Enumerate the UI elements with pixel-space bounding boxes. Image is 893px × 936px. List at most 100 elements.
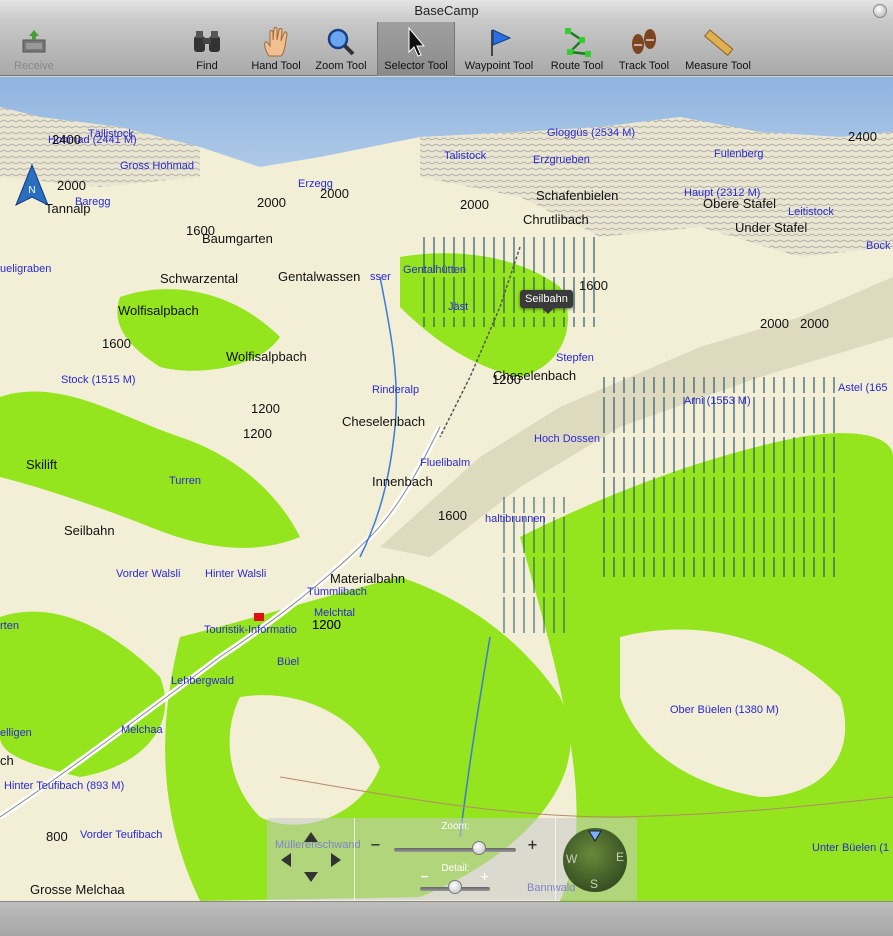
waypoint-tool-button[interactable]: Waypoint Tool bbox=[459, 22, 539, 76]
place-label[interactable]: Büel bbox=[277, 656, 299, 668]
elevation-label[interactable]: 1600 bbox=[102, 336, 131, 351]
compass-control[interactable]: W E S bbox=[563, 828, 627, 892]
elevation-label[interactable]: 2000 bbox=[760, 316, 789, 331]
magnifier-icon bbox=[327, 28, 355, 56]
tourist-info-marker[interactable] bbox=[254, 613, 264, 621]
feature-label[interactable]: Schafenbielen bbox=[536, 188, 618, 203]
place-label[interactable]: Erzgrueben bbox=[533, 154, 590, 166]
feature-label[interactable]: Wolfisalpbach bbox=[118, 303, 199, 318]
place-label[interactable]: Gross Hohmad bbox=[120, 160, 194, 172]
place-label[interactable]: Jäst bbox=[448, 301, 468, 313]
feature-label[interactable]: Cheselenbach bbox=[342, 414, 425, 429]
place-label[interactable]: Vorder Teufibach bbox=[80, 829, 162, 841]
elevation-label[interactable]: 1200 bbox=[492, 372, 521, 387]
feature-label[interactable]: Innenbach bbox=[372, 474, 433, 489]
selector-tool-button[interactable]: Selector Tool bbox=[377, 22, 455, 76]
route-tool-button[interactable]: Route Tool bbox=[545, 22, 609, 76]
feature-label[interactable]: Grosse Melchaa bbox=[30, 882, 125, 897]
feature-label[interactable]: Under Stafel bbox=[735, 220, 807, 235]
place-label[interactable]: Lehbergwald bbox=[171, 675, 234, 687]
place-label[interactable]: haltibrunnen bbox=[485, 513, 546, 525]
zoom-slider-track[interactable] bbox=[394, 848, 516, 852]
place-label[interactable]: Melchaa bbox=[121, 724, 163, 736]
waypoint-tool-label: Waypoint Tool bbox=[464, 60, 534, 72]
elevation-label[interactable]: 1200 bbox=[251, 401, 280, 416]
zoom-tool-label: Zoom Tool bbox=[315, 60, 367, 72]
pan-down-arrow-icon[interactable] bbox=[304, 872, 318, 882]
place-label[interactable]: Bock bbox=[866, 240, 891, 252]
zoom-out-icon[interactable]: − bbox=[370, 838, 381, 853]
feature-label[interactable]: Obere Stafel bbox=[703, 196, 776, 211]
place-label[interactable]: Hoch Dossen bbox=[534, 433, 600, 445]
place-label[interactable]: Hinter Walsli bbox=[205, 568, 266, 580]
place-label[interactable]: rten bbox=[0, 620, 19, 632]
elevation-label[interactable]: 1200 bbox=[243, 426, 272, 441]
place-label[interactable]: Stepfen bbox=[556, 352, 594, 364]
place-label[interactable]: Gloggüs (2534 M) bbox=[547, 127, 635, 139]
feature-label[interactable]: Chrutlibach bbox=[523, 212, 589, 227]
detail-less-icon[interactable]: − bbox=[420, 870, 429, 883]
place-label[interactable]: Fulenberg bbox=[714, 148, 764, 160]
detail-more-icon[interactable]: + bbox=[480, 870, 489, 883]
cliff-hatching-2 bbox=[600, 377, 840, 577]
elevation-label[interactable]: 2000 bbox=[257, 195, 286, 210]
place-label[interactable]: Leitistock bbox=[788, 206, 834, 218]
place-label[interactable]: Gentalhütten bbox=[403, 264, 466, 276]
elevation-label[interactable]: 800 bbox=[46, 829, 68, 844]
north-label: N bbox=[28, 185, 35, 196]
receive-button[interactable]: Receive bbox=[8, 22, 60, 76]
window-zoom-button[interactable] bbox=[873, 4, 887, 18]
zoom-tool-button[interactable]: Zoom Tool bbox=[310, 22, 372, 76]
pan-left-arrow-icon[interactable] bbox=[281, 853, 291, 867]
elevation-label[interactable]: 2000 bbox=[800, 316, 829, 331]
place-label[interactable]: Tümmlibach bbox=[307, 586, 367, 598]
feature-label[interactable]: Schwarzental bbox=[160, 271, 238, 286]
feature-label[interactable]: Skilift bbox=[26, 457, 57, 472]
elevation-label[interactable]: 2000 bbox=[320, 186, 349, 201]
feature-label[interactable]: Wolfisalpbach bbox=[226, 349, 307, 364]
feature-label[interactable]: Seilbahn bbox=[64, 523, 115, 538]
elevation-label[interactable]: 2400 bbox=[52, 132, 81, 147]
zoom-in-icon[interactable]: + bbox=[527, 838, 538, 853]
zoom-label: Zoom: bbox=[441, 821, 470, 832]
elevation-label[interactable]: 2000 bbox=[57, 178, 86, 193]
pan-right-arrow-icon[interactable] bbox=[331, 853, 341, 867]
zoom-slider-knob[interactable] bbox=[472, 841, 487, 855]
map-canvas[interactable]: TällistockHohmad (2441 M)Gross HohmadBar… bbox=[0, 77, 893, 901]
place-label[interactable]: Hinter Teufibach (893 M) bbox=[4, 780, 124, 792]
place-label[interactable]: elligen bbox=[0, 727, 32, 739]
feature-label[interactable]: Materialbahn bbox=[330, 571, 405, 586]
place-label[interactable]: Talistock bbox=[444, 150, 487, 162]
place-label[interactable]: Stock (1515 M) bbox=[61, 374, 136, 386]
hand-tool-button[interactable]: Hand Tool bbox=[246, 22, 306, 76]
elevation-label[interactable]: 1200 bbox=[312, 617, 341, 632]
elevation-label[interactable]: 2000 bbox=[460, 197, 489, 212]
elevation-label[interactable]: 1600 bbox=[186, 223, 215, 238]
place-label[interactable]: Fluelibalm bbox=[420, 457, 470, 469]
measure-tool-button[interactable]: Measure Tool bbox=[680, 22, 756, 76]
place-label[interactable]: Vorder Walsli bbox=[116, 568, 180, 580]
place-label[interactable]: Rinderalp bbox=[372, 384, 419, 396]
track-tool-button[interactable]: Track Tool bbox=[614, 22, 674, 76]
footprints-icon bbox=[632, 29, 656, 54]
feature-label[interactable]: ch bbox=[0, 753, 14, 768]
place-label[interactable]: Touristik-Informatio bbox=[204, 624, 297, 636]
place-label[interactable]: Unter Büelen (1 bbox=[812, 842, 889, 854]
cursor-arrow-icon bbox=[408, 26, 426, 57]
elevation-label[interactable]: 1600 bbox=[579, 278, 608, 293]
place-label[interactable]: ueligraben bbox=[0, 263, 51, 275]
detail-slider-knob[interactable] bbox=[448, 880, 462, 894]
receive-icon bbox=[22, 30, 46, 53]
find-button[interactable]: Find bbox=[185, 22, 229, 76]
map-view[interactable]: Tällistock Hohmad (2441 M) Gross Hohmad Bar… bbox=[0, 77, 893, 901]
elevation-label[interactable]: 1600 bbox=[438, 508, 467, 523]
place-label[interactable]: Arni (1553 M) bbox=[684, 395, 751, 407]
place-label[interactable]: sser bbox=[370, 271, 391, 283]
place-label[interactable]: Turren bbox=[169, 475, 201, 487]
north-arrow-icon[interactable]: N bbox=[12, 163, 52, 211]
place-label[interactable]: Ober Büelen (1380 M) bbox=[670, 704, 779, 716]
place-label[interactable]: Astel (165 bbox=[838, 382, 888, 394]
pan-up-arrow-icon[interactable] bbox=[304, 832, 318, 842]
elevation-label[interactable]: 2400 bbox=[848, 129, 877, 144]
feature-label[interactable]: Gentalwassen bbox=[278, 269, 360, 284]
